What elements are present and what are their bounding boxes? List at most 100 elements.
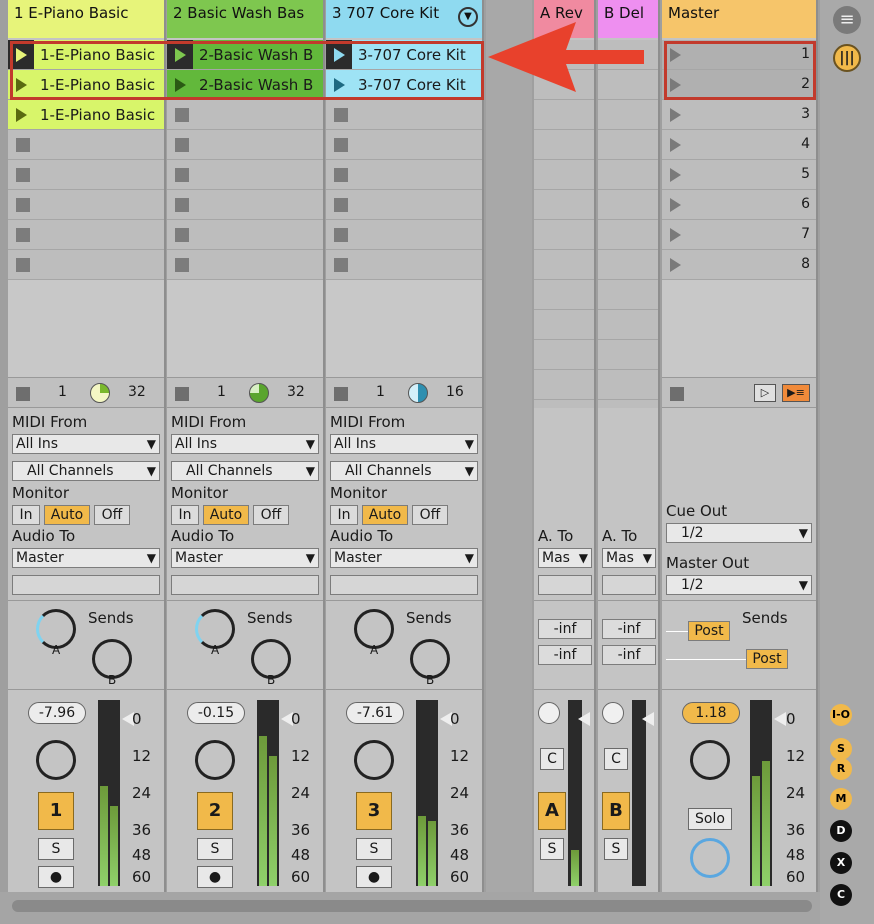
- io-toggle-button[interactable]: I-O: [830, 704, 852, 726]
- scene-8[interactable]: 8: [662, 250, 816, 280]
- monitor-off-button[interactable]: Off: [253, 505, 289, 525]
- monitor-auto-button[interactable]: Auto: [44, 505, 90, 525]
- delay-toggle-button[interactable]: D: [830, 820, 852, 842]
- fader-arrow-icon[interactable]: [774, 712, 786, 726]
- midi-channel-select[interactable]: All Channels: [330, 461, 478, 481]
- audio-to-channel[interactable]: [602, 575, 656, 595]
- empty-slot[interactable]: [326, 100, 482, 130]
- solo-button[interactable]: S: [356, 838, 392, 860]
- scene-launch-icon[interactable]: [670, 197, 681, 212]
- empty-slot[interactable]: [167, 220, 323, 250]
- empty-slot[interactable]: [326, 160, 482, 190]
- arm-button[interactable]: ●: [38, 866, 74, 888]
- scene-launch-icon[interactable]: [670, 137, 681, 152]
- fader-arrow-icon[interactable]: [642, 712, 654, 726]
- menu-icon[interactable]: ≡: [833, 6, 861, 34]
- pan-dial-icon[interactable]: [602, 702, 624, 724]
- empty-slot[interactable]: [8, 250, 164, 280]
- scene-6[interactable]: 6: [662, 190, 816, 220]
- audio-to-channel[interactable]: [538, 575, 592, 595]
- send-a-value[interactable]: -inf: [538, 619, 592, 639]
- audio-to-select[interactable]: Master: [12, 548, 160, 568]
- clip-play-icon[interactable]: [8, 100, 34, 129]
- scene-7[interactable]: 7: [662, 220, 816, 250]
- empty-slot[interactable]: [326, 250, 482, 280]
- volume-display[interactable]: -7.61: [346, 702, 404, 724]
- empty-slot[interactable]: [8, 130, 164, 160]
- track-header-1[interactable]: 1 E-Piano Basic: [8, 0, 164, 38]
- returns-toggle-button[interactable]: R: [830, 758, 852, 780]
- return-activator-button[interactable]: B: [602, 792, 630, 830]
- volume-display[interactable]: -0.15: [187, 702, 245, 724]
- midi-channel-select[interactable]: All Channels: [12, 461, 160, 481]
- arm-button[interactable]: ●: [356, 866, 392, 888]
- scene-launch-icon[interactable]: [670, 257, 681, 272]
- pan-dial-icon[interactable]: [538, 702, 560, 724]
- crossfade-button[interactable]: C: [540, 748, 564, 770]
- follow-icon[interactable]: ▷: [754, 384, 776, 402]
- stop-all-icon[interactable]: [16, 387, 30, 401]
- horizontal-scrollbar[interactable]: [12, 900, 812, 912]
- monitor-auto-button[interactable]: Auto: [203, 505, 249, 525]
- sends-toggle-button[interactable]: S: [830, 738, 852, 760]
- empty-slot[interactable]: [167, 190, 323, 220]
- monitor-off-button[interactable]: Off: [94, 505, 130, 525]
- track-activator-button[interactable]: 3: [356, 792, 392, 830]
- empty-slot[interactable]: [167, 250, 323, 280]
- scene-launch-icon[interactable]: [670, 227, 681, 242]
- solo-cue-button[interactable]: Solo: [688, 808, 732, 830]
- empty-slot[interactable]: [326, 220, 482, 250]
- audio-to-select[interactable]: Mas: [602, 548, 656, 568]
- audio-to-channel[interactable]: [12, 575, 160, 595]
- monitor-in-button[interactable]: In: [171, 505, 199, 525]
- pan-knob[interactable]: [195, 740, 235, 780]
- midi-channel-select[interactable]: All Channels: [171, 461, 319, 481]
- master-pan-knob[interactable]: [690, 740, 730, 780]
- fader-arrow-icon[interactable]: [578, 712, 590, 726]
- track-header-2[interactable]: 2 Basic Wash Bas: [167, 0, 323, 38]
- empty-slot[interactable]: [167, 160, 323, 190]
- solo-button[interactable]: S: [604, 838, 628, 860]
- fold-chevron-down-icon[interactable]: ▼: [458, 7, 478, 27]
- post-button-a[interactable]: Post: [688, 621, 730, 641]
- crossfader-toggle-button[interactable]: X: [830, 852, 852, 874]
- empty-slot[interactable]: [8, 220, 164, 250]
- empty-slot[interactable]: [326, 130, 482, 160]
- empty-slot[interactable]: [8, 160, 164, 190]
- arm-button[interactable]: ●: [197, 866, 233, 888]
- cue-toggle-button[interactable]: C: [830, 884, 852, 906]
- midi-from-select[interactable]: All Ins: [171, 434, 319, 454]
- return-activator-button[interactable]: A: [538, 792, 566, 830]
- master-header[interactable]: Master: [662, 0, 816, 38]
- scene-launch-icon[interactable]: [670, 107, 681, 122]
- solo-button[interactable]: S: [540, 838, 564, 860]
- scene-launch-icon[interactable]: [670, 167, 681, 182]
- audio-to-select[interactable]: Master: [171, 548, 319, 568]
- track-activator-button[interactable]: 2: [197, 792, 233, 830]
- stop-all-icon[interactable]: [334, 387, 348, 401]
- midi-from-select[interactable]: All Ins: [330, 434, 478, 454]
- crossfade-button[interactable]: C: [604, 748, 628, 770]
- volume-display[interactable]: -7.96: [28, 702, 86, 724]
- clip-slot-1-3[interactable]: 1-E-Piano Basic: [8, 100, 164, 130]
- audio-to-channel[interactable]: [330, 575, 478, 595]
- mixer-toggle-button[interactable]: M: [830, 788, 852, 810]
- pan-knob[interactable]: [354, 740, 394, 780]
- empty-slot[interactable]: [167, 100, 323, 130]
- track-header-3[interactable]: 3 707 Core Kit ▼: [326, 0, 482, 38]
- empty-slot[interactable]: [167, 130, 323, 160]
- solo-button[interactable]: S: [197, 838, 233, 860]
- scene-3[interactable]: 3: [662, 100, 816, 130]
- track-activator-button[interactable]: 1: [38, 792, 74, 830]
- pan-knob[interactable]: [36, 740, 76, 780]
- empty-slot[interactable]: [326, 190, 482, 220]
- midi-from-select[interactable]: All Ins: [12, 434, 160, 454]
- cue-out-select[interactable]: 1/2: [666, 523, 812, 543]
- master-out-select[interactable]: 1/2: [666, 575, 812, 595]
- monitor-off-button[interactable]: Off: [412, 505, 448, 525]
- send-a-value[interactable]: -inf: [602, 619, 656, 639]
- audio-to-select[interactable]: Master: [330, 548, 478, 568]
- mixer-view-icon[interactable]: |||: [833, 44, 861, 72]
- cue-volume-knob[interactable]: [690, 838, 730, 878]
- monitor-auto-button[interactable]: Auto: [362, 505, 408, 525]
